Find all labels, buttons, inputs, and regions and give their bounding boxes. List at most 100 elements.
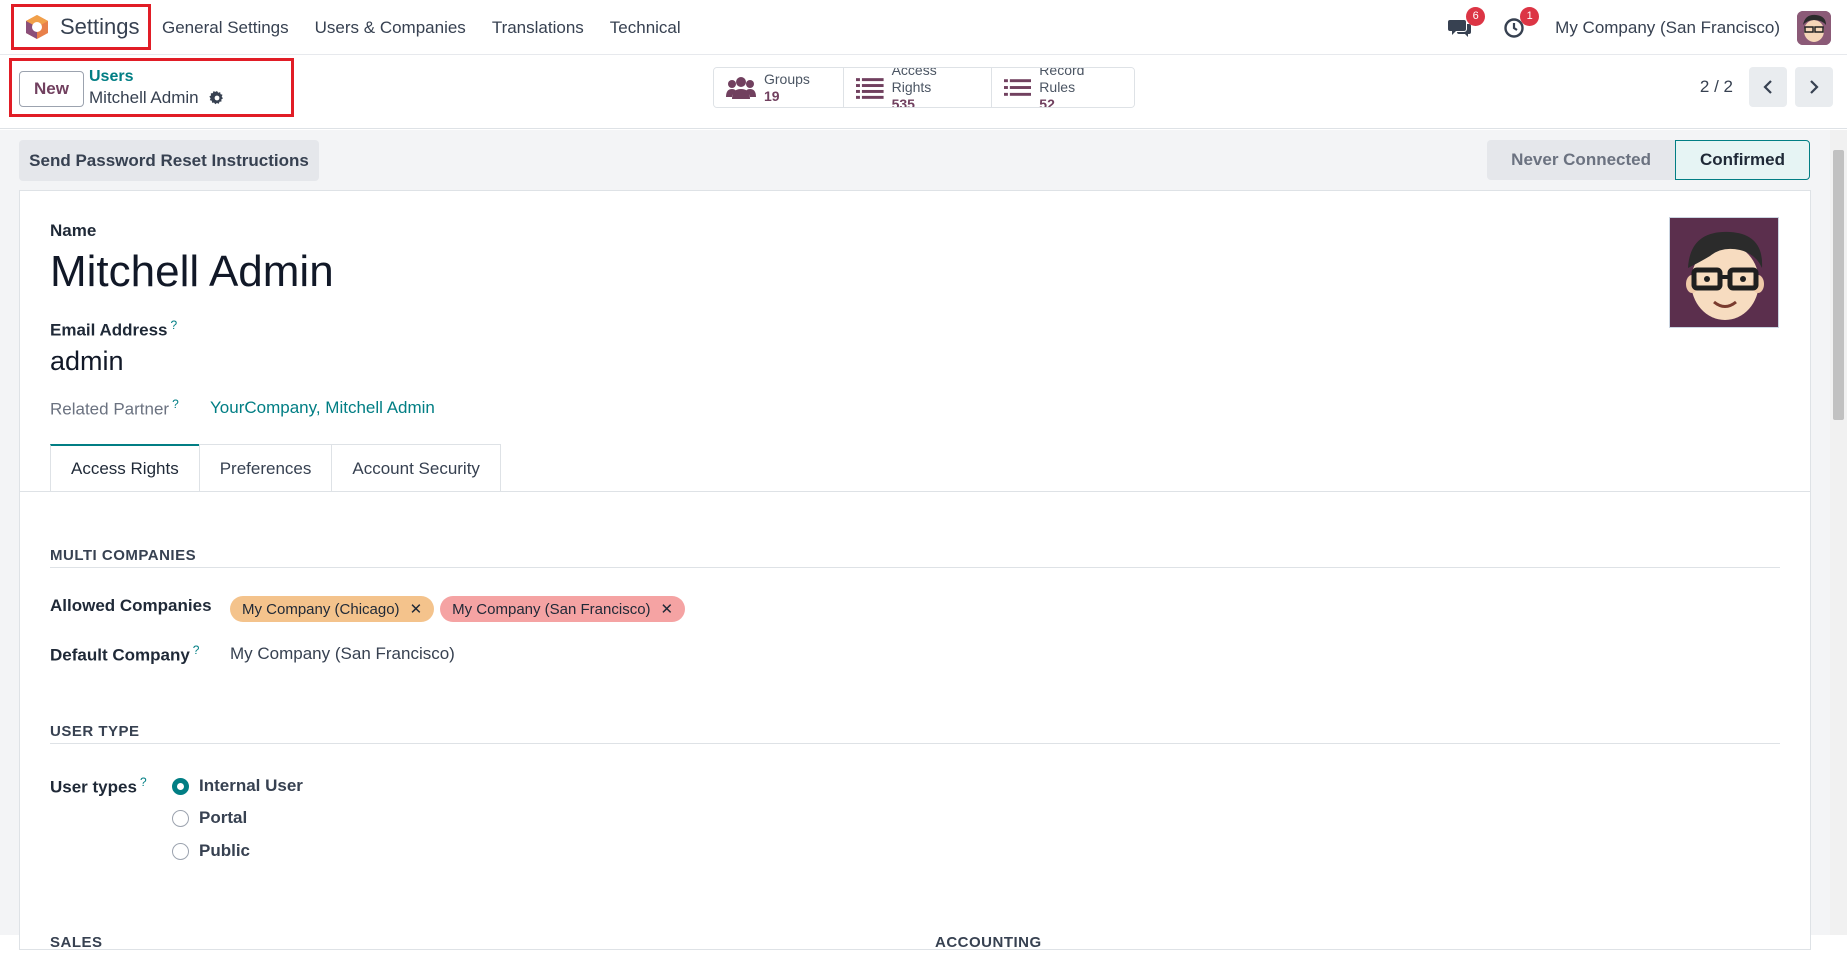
smart-buttons: Groups 19 Access Rights 535 Record Rules… [713, 67, 1135, 108]
groups-label: Groups [764, 70, 810, 87]
groups-count: 19 [764, 87, 780, 104]
remove-tag-icon[interactable]: ✕ [661, 600, 674, 618]
status-confirmed[interactable]: Confirmed [1675, 140, 1810, 180]
email-help-icon[interactable]: ? [170, 318, 177, 332]
company-switcher[interactable]: My Company (San Francisco) [1555, 18, 1780, 38]
chevron-left-icon [1763, 80, 1772, 94]
messages-button[interactable]: 6 [1447, 6, 1486, 41]
user-types-help-icon[interactable]: ? [140, 775, 147, 789]
user-types-label-wrap: User types? [50, 775, 147, 797]
breadcrumb-users[interactable]: Users [89, 68, 133, 86]
default-company-field[interactable]: My Company (San Francisco) [230, 644, 455, 664]
app-title: Settings [60, 14, 140, 39]
pager-value[interactable]: 2 / 2 [1700, 77, 1733, 97]
send-password-reset-button[interactable]: Send Password Reset Instructions [19, 140, 319, 181]
radio-internal-user[interactable]: Internal User [172, 776, 303, 796]
activities-badge: 1 [1520, 6, 1540, 26]
pager-previous-button[interactable] [1749, 67, 1787, 107]
access-rights-smart-button[interactable]: Access Rights 535 [844, 68, 992, 107]
form-sheet: Name Mitchell Admin Email Address? admin… [19, 190, 1811, 951]
menu-general-settings[interactable]: General Settings [162, 18, 289, 38]
radio-portal[interactable]: Portal [172, 808, 247, 828]
email-field[interactable]: admin [50, 346, 124, 377]
record-rules-count: 52 [1039, 96, 1055, 108]
partner-label: Related Partner [50, 399, 170, 419]
top-navbar: Settings General Settings Users & Compan… [0, 0, 1847, 55]
breadcrumb-current-label: Mitchell Admin [89, 88, 199, 107]
breadcrumb-current: Mitchell Admin [89, 88, 225, 108]
remove-tag-icon[interactable]: ✕ [410, 600, 423, 618]
radio-checked-icon[interactable] [172, 777, 189, 795]
company-tag-chicago: My Company (Chicago) ✕ [230, 596, 435, 622]
avatar-face-icon [1797, 10, 1831, 45]
accounting-section-title: ACCOUNTING [935, 934, 1042, 951]
user-type-title: USER TYPE [50, 723, 140, 740]
lower-sections: SALES ACCOUNTING [50, 934, 1780, 954]
company-tag-label: My Company (San Francisco) [452, 600, 651, 618]
app-brand[interactable]: Settings [11, 4, 151, 50]
scrollbar-thumb[interactable] [1833, 150, 1844, 420]
form-view: Send Password Reset Instructions Never C… [0, 130, 1830, 951]
activities-button[interactable]: 1 [1501, 6, 1540, 41]
company-tag-san-francisco: My Company (San Francisco) ✕ [440, 596, 686, 622]
odoo-logo-icon [26, 15, 48, 39]
default-company-label-wrap: Default Company? [50, 643, 199, 665]
email-label-wrap: Email Address? [50, 318, 177, 340]
users-icon [726, 76, 756, 99]
tab-preferences[interactable]: Preferences [198, 444, 333, 492]
multi-companies-title: MULTI COMPANIES [50, 547, 197, 564]
pager-next-button[interactable] [1795, 67, 1833, 107]
groups-smart-button[interactable]: Groups 19 [714, 68, 844, 107]
control-panel: New Users Mitchell Admin Groups 19 Acces… [0, 55, 1847, 129]
record-rules-text: Record Rules 52 [1039, 67, 1122, 108]
company-tag-label: My Company (Chicago) [242, 600, 400, 618]
tab-divider [20, 491, 1810, 492]
groups-text: Groups 19 [764, 71, 810, 105]
new-button[interactable]: New [19, 71, 84, 107]
menu-users-companies[interactable]: Users & Companies [315, 18, 466, 38]
radio-unchecked-icon[interactable] [172, 842, 189, 860]
allowed-companies-field[interactable]: My Company (Chicago) ✕ My Company (San F… [230, 596, 686, 622]
menu-translations[interactable]: Translations [492, 18, 584, 38]
pager: 2 / 2 [1700, 67, 1833, 107]
access-rights-text: Access Rights 535 [891, 67, 979, 108]
page-scrollbar[interactable] [1830, 130, 1847, 935]
status-never-connected[interactable]: Never Connected [1487, 140, 1675, 180]
record-rules-smart-button[interactable]: Record Rules 52 [992, 68, 1134, 107]
radio-label: Internal User [199, 776, 303, 795]
user-type-divider [50, 743, 1780, 744]
list-icon [856, 77, 884, 99]
name-field[interactable]: Mitchell Admin [50, 247, 334, 297]
partner-label-wrap: Related Partner? [50, 397, 179, 420]
sales-section-title: SALES [50, 934, 103, 951]
record-rules-label: Record Rules [1039, 67, 1085, 95]
access-rights-count: 535 [891, 96, 915, 108]
radio-unchecked-icon[interactable] [172, 809, 189, 827]
user-photo[interactable] [1669, 217, 1779, 328]
radio-label: Public [199, 841, 251, 860]
list-icon [1004, 78, 1032, 96]
related-partner-link[interactable]: YourCompany, Mitchell Admin [210, 398, 435, 418]
access-rights-label: Access Rights [891, 67, 937, 95]
tab-access-rights[interactable]: Access Rights [50, 444, 200, 492]
form-tabs: Access Rights Preferences Account Securi… [50, 444, 501, 492]
default-company-label: Default Company [50, 645, 190, 665]
email-label: Email Address [50, 320, 168, 340]
systray: 6 1 My Company (San Francisco) [1447, 0, 1847, 55]
tab-account-security[interactable]: Account Security [331, 444, 501, 492]
status-bar: Never Connected Confirmed [1487, 140, 1810, 180]
radio-public[interactable]: Public [172, 841, 250, 861]
chevron-right-icon [1810, 80, 1819, 94]
multi-companies-divider [50, 567, 1780, 568]
breadcrumb-area: New Users Mitchell Admin [9, 58, 294, 117]
avatar-face-icon [1670, 218, 1778, 327]
user-avatar[interactable] [1797, 10, 1831, 45]
default-company-help-icon[interactable]: ? [193, 643, 200, 657]
gear-icon[interactable] [208, 90, 225, 106]
top-menu: General Settings Users & Companies Trans… [162, 0, 681, 55]
allowed-companies-label: Allowed Companies [50, 596, 212, 615]
partner-help-icon[interactable]: ? [172, 397, 179, 411]
menu-technical[interactable]: Technical [610, 18, 681, 38]
user-types-label: User types [50, 777, 137, 797]
radio-label: Portal [199, 808, 248, 827]
